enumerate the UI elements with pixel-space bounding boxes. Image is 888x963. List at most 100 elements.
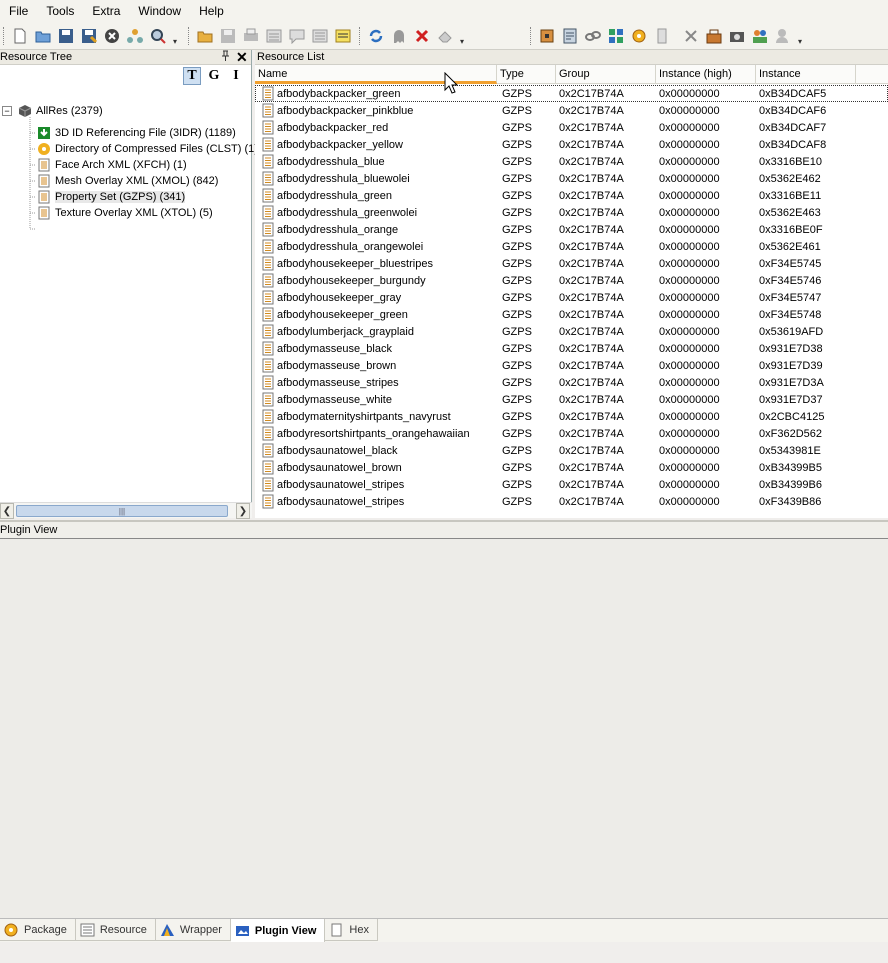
scroll-left-icon[interactable]: ❮ xyxy=(0,503,14,519)
menu-help[interactable]: Help xyxy=(190,0,233,22)
toolbar-grip[interactable] xyxy=(188,27,191,45)
table-row[interactable]: afbodybackpacker_green GZPS 0x2C17B74A 0x00… xyxy=(255,85,888,102)
comment-icon[interactable] xyxy=(287,26,307,46)
column-header-group[interactable]: Group xyxy=(556,65,656,84)
tree-mode-group[interactable]: G xyxy=(205,67,223,85)
tree-mode-instance[interactable]: I xyxy=(227,67,245,85)
table-row[interactable]: afbodydresshula_greenwolei GZPS 0x2C17B74A… xyxy=(255,204,888,221)
gear-icon[interactable] xyxy=(629,26,649,46)
row-name: afbodydresshula_orangewolei xyxy=(277,240,424,253)
close-icon[interactable] xyxy=(102,26,122,46)
table-row[interactable]: afbodydresshula_green GZPS 0x2C17B74A 0x000… xyxy=(255,187,888,204)
tools-icon[interactable] xyxy=(704,26,724,46)
column-header-type[interactable]: Type xyxy=(497,65,556,84)
save-all-icon[interactable] xyxy=(218,26,238,46)
menu-tools[interactable]: Tools xyxy=(37,0,83,22)
grid-icon[interactable] xyxy=(606,26,626,46)
toolbar-grip[interactable] xyxy=(530,27,533,45)
tree-item-xtol[interactable]: Texture Overlay XML (XTOL) (5) xyxy=(37,205,213,221)
tree-item-3idr[interactable]: 3D ID Referencing File (3IDR) (1189) xyxy=(37,125,236,141)
tree-item-xmol[interactable]: Mesh Overlay XML (XMOL) (842) xyxy=(37,173,218,189)
table-row[interactable]: afbodymasseuse_brown GZPS 0x2C17B74A 0x0000… xyxy=(255,357,888,374)
tree-item-label: Directory of Compressed Files (CLST) (1) xyxy=(55,143,258,155)
open-package-icon[interactable] xyxy=(195,26,215,46)
column-header-instance-high[interactable]: Instance (high) xyxy=(656,65,756,84)
bar-icon[interactable] xyxy=(652,26,672,46)
save-as-icon[interactable] xyxy=(79,26,99,46)
tree-item-xfch[interactable]: Face Arch XML (XFCH) (1) xyxy=(37,157,187,173)
xml-file-icon xyxy=(262,460,274,475)
menu-extra[interactable]: Extra xyxy=(83,0,129,22)
table-row[interactable]: afbodybackpacker_pinkblue GZPS 0x2C17B74A 0… xyxy=(255,102,888,119)
tree-horizontal-scrollbar[interactable]: ❮ ||| ❯ xyxy=(0,502,252,519)
cut-icon[interactable] xyxy=(681,26,701,46)
table-row[interactable]: afbodymasseuse_stripes GZPS 0x2C17B74A 0x00… xyxy=(255,374,888,391)
table-row[interactable]: afbodydresshula_orange GZPS 0x2C17B74A 0x00… xyxy=(255,221,888,238)
toolbar-overflow-3[interactable]: ▾ xyxy=(796,26,804,46)
search-icon[interactable] xyxy=(148,26,168,46)
list-icon[interactable] xyxy=(264,26,284,46)
menu-file[interactable]: File xyxy=(0,0,37,22)
print-icon[interactable] xyxy=(241,26,261,46)
table-row[interactable]: afbodysaunatowel_stripes GZPS 0x2C17B74A 0x… xyxy=(255,476,888,493)
cell-type: GZPS xyxy=(502,393,532,406)
tree-root[interactable]: − AllRes (2379) xyxy=(2,103,103,119)
column-header-instance[interactable]: Instance xyxy=(756,65,856,84)
cell-instance: 0x5362E463 xyxy=(759,206,821,219)
table-row[interactable]: afbodyhousekeeper_green GZPS 0x2C17B74A 0x0… xyxy=(255,306,888,323)
open-folder-icon[interactable] xyxy=(33,26,53,46)
pin-icon[interactable] xyxy=(221,50,230,65)
tab-resource[interactable]: Resource xyxy=(75,919,156,941)
eraser-icon[interactable] xyxy=(435,26,455,46)
list-detail-icon[interactable] xyxy=(310,26,330,46)
table-row[interactable]: afbodymasseuse_black GZPS 0x2C17B74A 0x0000… xyxy=(255,340,888,357)
tree-item-clst[interactable]: Directory of Compressed Files (CLST) (1) xyxy=(37,141,258,157)
toolbar-overflow-1[interactable]: ▾ xyxy=(171,26,179,46)
ghost-icon[interactable] xyxy=(389,26,409,46)
note-icon[interactable] xyxy=(333,26,353,46)
link-icon[interactable] xyxy=(583,26,603,46)
package-icon[interactable] xyxy=(560,26,580,46)
scroll-right-icon[interactable]: ❯ xyxy=(236,503,250,519)
table-row[interactable]: afbodyhousekeeper_gray GZPS 0x2C17B74A 0x00… xyxy=(255,289,888,306)
table-row[interactable]: afbodysaunatowel_black GZPS 0x2C17B74A 0x00… xyxy=(255,442,888,459)
toolbar-grip[interactable] xyxy=(3,27,6,45)
toolbar-grip[interactable] xyxy=(359,27,362,45)
tree-item-gzps[interactable]: Property Set (GZPS) (341) xyxy=(37,189,186,205)
row-name: afbodysaunatowel_black xyxy=(277,444,398,457)
people-icon[interactable] xyxy=(750,26,770,46)
refresh-icon[interactable] xyxy=(366,26,386,46)
table-row[interactable]: afbodymaternityshirtpants_navyrust GZPS 0x… xyxy=(255,408,888,425)
user-icon[interactable] xyxy=(773,26,793,46)
camera-icon[interactable] xyxy=(727,26,747,46)
table-row[interactable]: afbodysaunatowel_brown GZPS 0x2C17B74A 0x00… xyxy=(255,459,888,476)
table-row[interactable]: afbodyhousekeeper_bluestripes GZPS 0x2C17B… xyxy=(255,255,888,272)
scroll-thumb[interactable]: ||| xyxy=(16,505,228,517)
table-row[interactable]: afbodydresshula_orangewolei GZPS 0x2C17B74… xyxy=(255,238,888,255)
table-row[interactable]: afbodydresshula_blue GZPS 0x2C17B74A 0x0000… xyxy=(255,153,888,170)
table-row[interactable]: afbodymasseuse_white GZPS 0x2C17B74A 0x0000… xyxy=(255,391,888,408)
tab-hex[interactable]: Hex xyxy=(325,919,378,941)
table-row[interactable]: afbodyresortshirtpants_orangehawaiian GZP… xyxy=(255,425,888,442)
new-file-icon[interactable] xyxy=(10,26,30,46)
archive-icon[interactable] xyxy=(537,26,557,46)
tree-mode-type[interactable]: T xyxy=(183,67,201,85)
toolbar-overflow-2[interactable]: ▾ xyxy=(458,26,466,46)
table-row[interactable]: afbodylumberjack_grayplaid GZPS 0x2C17B74A… xyxy=(255,323,888,340)
table-row[interactable]: afbodysaunatowel_stripes GZPS 0x2C17B74A 0x… xyxy=(255,493,888,510)
collapse-toggle-icon[interactable]: − xyxy=(2,106,12,116)
close-panel-icon[interactable]: ✕ xyxy=(236,49,248,66)
hierarchy-icon[interactable] xyxy=(125,26,145,46)
tab-package[interactable]: Package xyxy=(0,919,76,941)
menu-window[interactable]: Window xyxy=(129,0,190,22)
cell-type: GZPS xyxy=(502,104,532,117)
table-row[interactable]: afbodybackpacker_yellow GZPS 0x2C17B74A 0x0… xyxy=(255,136,888,153)
table-row[interactable]: afbodybackpacker_red GZPS 0x2C17B74A 0x0000… xyxy=(255,119,888,136)
table-row[interactable]: afbodydresshula_bluewolei GZPS 0x2C17B74A 0… xyxy=(255,170,888,187)
column-header-name[interactable]: Name xyxy=(255,65,497,84)
tab-wrapper[interactable]: Wrapper xyxy=(155,919,231,941)
save-icon[interactable] xyxy=(56,26,76,46)
delete-icon[interactable] xyxy=(412,26,432,46)
tab-plugin-view[interactable]: Plugin View xyxy=(230,919,326,943)
table-row[interactable]: afbodyhousekeeper_burgundy GZPS 0x2C17B74A… xyxy=(255,272,888,289)
